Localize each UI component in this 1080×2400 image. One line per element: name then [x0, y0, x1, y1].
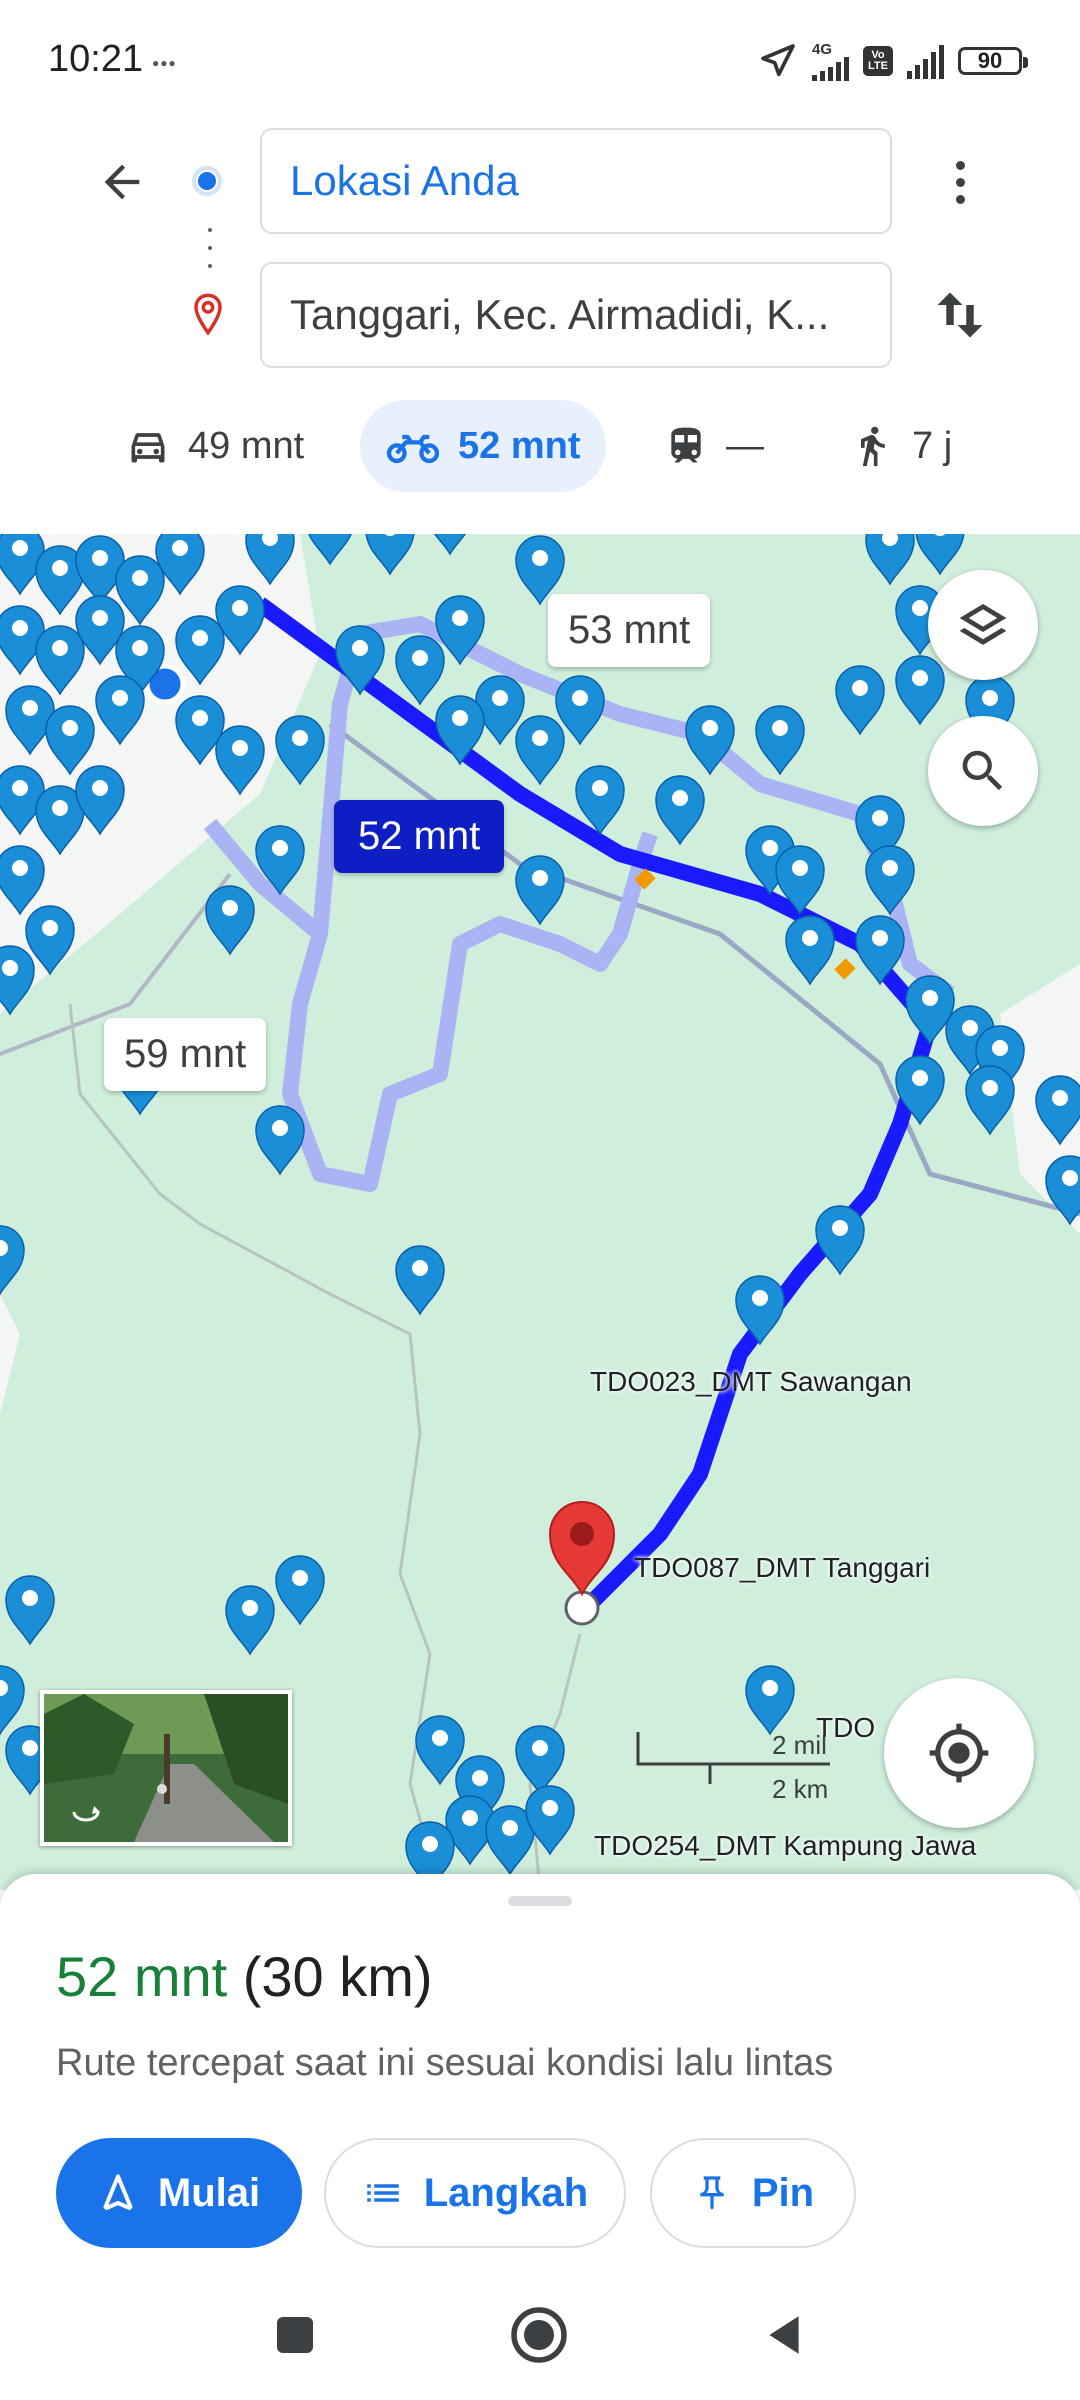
status-time: 10:21: [48, 38, 144, 80]
search-icon: [962, 750, 1003, 791]
route-summary: 52 mnt (30 km): [56, 1944, 433, 2009]
tab-motorcycle[interactable]: 52 mnt: [360, 400, 607, 492]
map-canvas: [0, 534, 1080, 1890]
street-view-thumbnail[interactable]: [40, 1690, 292, 1846]
car-icon: [131, 433, 165, 463]
status-bar: 10:21 ●●● 4G Vo LTE 90: [0, 0, 1080, 120]
travel-mode-tabs: 49 mnt 52 mnt — 7 j: [120, 400, 980, 492]
search-button[interactable]: [928, 716, 1038, 826]
steps-button[interactable]: Langkah: [324, 2138, 626, 2248]
notification-icon: ●●●: [152, 56, 177, 70]
list-icon: [367, 2184, 399, 2202]
tab-car[interactable]: 49 mnt: [126, 400, 304, 492]
swap-vert-icon: [937, 292, 983, 338]
destination-input[interactable]: Tanggari, Kec. Airmadidi, K...: [260, 262, 892, 368]
layers-icon: [959, 604, 1007, 645]
origin-input[interactable]: Lokasi Anda: [260, 128, 892, 234]
location-arrow-icon: [761, 44, 795, 77]
volte-icon: Vo LTE: [863, 46, 893, 76]
my-location-icon: [929, 1723, 989, 1783]
my-location-button[interactable]: [884, 1678, 1034, 1828]
navigation-arrow-icon: [103, 2174, 133, 2210]
street-view-image: [44, 1694, 288, 1842]
origin-dot-icon: [192, 166, 222, 196]
signal-icon-2: [907, 43, 944, 79]
tab-walk[interactable]: 7 j: [850, 400, 952, 492]
route-description: Rute tercepat saat ini sesuai kondisi la…: [56, 2042, 834, 2084]
route-distance: (30 km): [242, 1945, 433, 2008]
map-view[interactable]: 53 mnt 52 mnt 59 mnt TDO023_DMT Sawangan…: [0, 534, 1080, 1890]
back-nav-icon[interactable]: [759, 2310, 809, 2360]
signal-icon-1: 4G: [812, 42, 849, 81]
start-button[interactable]: Mulai: [56, 2138, 302, 2248]
arrow-back-icon: [104, 164, 140, 200]
status-icons: 4G Vo LTE 90: [758, 36, 1028, 86]
map-scale: 2 mil 2 km: [634, 1728, 834, 1848]
tab-transit[interactable]: —: [664, 400, 764, 492]
sheet-drag-handle[interactable]: [508, 1896, 572, 1906]
transit-icon: [671, 427, 701, 463]
route-duration: 52 mnt: [56, 1945, 228, 2008]
swap-button[interactable]: [930, 282, 990, 348]
motorcycle-icon: [386, 434, 440, 464]
recent-apps-icon[interactable]: [271, 2311, 319, 2359]
layers-button[interactable]: [928, 570, 1038, 680]
route-connector: [208, 228, 212, 268]
walk-icon: [861, 426, 885, 467]
place-label-tanggari[interactable]: TDO087_DMT Tanggari: [634, 1552, 930, 1584]
destination-pin-icon: [192, 292, 224, 341]
pin-button[interactable]: Pin: [650, 2138, 856, 2248]
battery-icon: 90: [958, 47, 1028, 75]
route-time-alt2[interactable]: 59 mnt: [104, 1018, 267, 1091]
home-icon[interactable]: [509, 2305, 569, 2365]
route-time-main[interactable]: 52 mnt: [334, 800, 505, 873]
pin-icon: [700, 2176, 724, 2210]
back-button[interactable]: [90, 150, 154, 214]
route-time-alt1[interactable]: 53 mnt: [548, 594, 711, 667]
more-options-button[interactable]: [930, 150, 990, 214]
place-label-sawangan[interactable]: TDO023_DMT Sawangan: [590, 1366, 912, 1398]
system-nav-bar: [0, 2270, 1080, 2400]
